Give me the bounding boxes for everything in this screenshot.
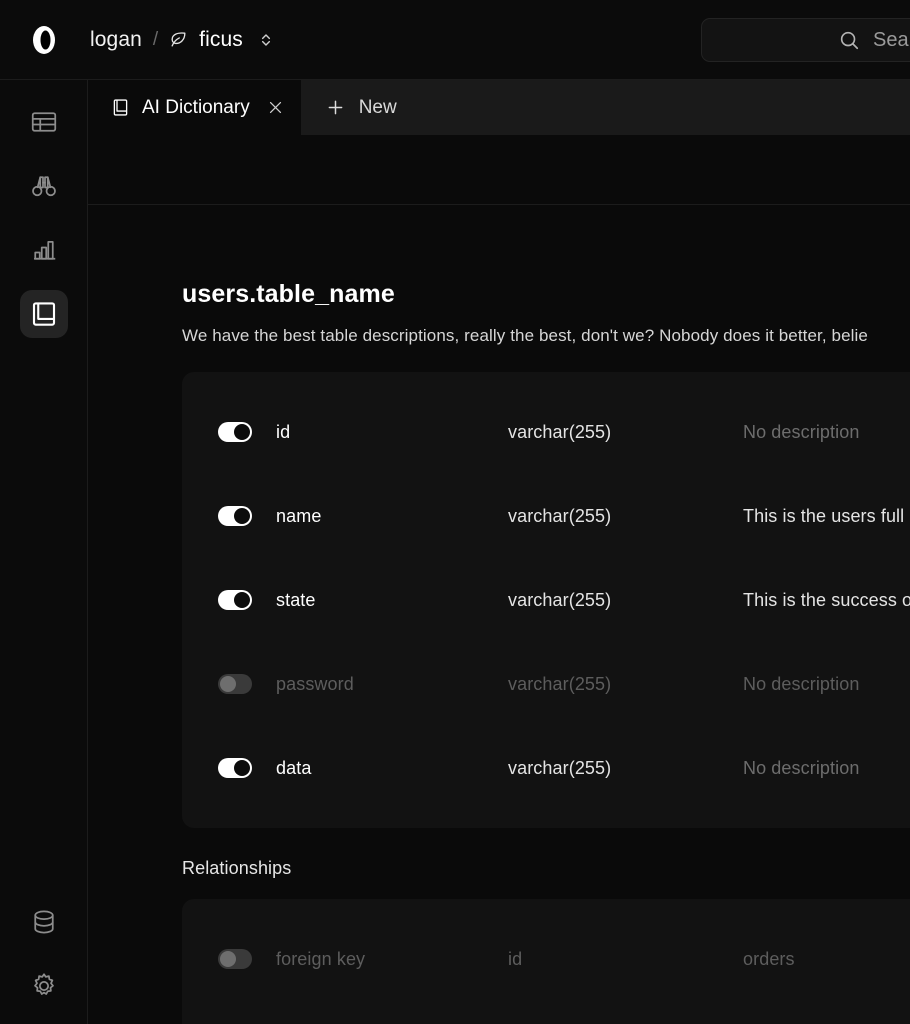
column-type: varchar(255) — [508, 505, 612, 526]
column-name: data — [276, 757, 312, 778]
table-row: name varchar(255) This is the users full n — [182, 474, 910, 558]
binoculars-icon — [31, 176, 56, 197]
breadcrumb-project[interactable]: ficus — [199, 28, 243, 52]
app-window: logan / ficus Sea AI Dictionary New user… — [0, 0, 910, 1024]
gear-icon — [33, 973, 54, 995]
breadcrumb: logan / ficus — [90, 26, 276, 54]
column-name: state — [276, 589, 316, 610]
toggle-knob — [234, 592, 250, 608]
toggle-knob — [234, 760, 250, 776]
toggle-knob — [234, 424, 250, 440]
sidebar-item-charts[interactable] — [20, 226, 68, 274]
search-icon — [838, 29, 860, 51]
table-row: password varchar(255) No description — [182, 642, 910, 726]
columns-card: id varchar(255) No description name varchar(… — [182, 372, 910, 828]
column-toggle[interactable] — [218, 674, 252, 694]
app-logo[interactable] — [0, 0, 88, 80]
book-icon — [32, 302, 55, 326]
column-name: id — [276, 421, 291, 442]
table-row: data varchar(255) No description — [182, 726, 910, 810]
tab-label: AI Dictionary — [142, 96, 250, 118]
relationships-card: foreign key id orders virtual foreign keyem… — [182, 899, 910, 1024]
sidebar-item-dictionary[interactable] — [19, 290, 68, 338]
bar-chart-icon — [33, 241, 55, 260]
relationship-name: foreign key — [276, 948, 366, 969]
column-type: varchar(255) — [508, 673, 612, 694]
table-row: state varchar(255) This is the success o — [182, 558, 910, 642]
column-description: No description — [743, 421, 860, 442]
column-toggle[interactable] — [218, 590, 252, 610]
database-icon — [33, 910, 54, 934]
top-header: logan / ficus Sea — [0, 0, 910, 80]
table-row: id varchar(255) No description — [182, 390, 910, 474]
page-title-bar: Data — [88, 135, 910, 205]
column-description: No description — [743, 673, 860, 694]
toggle-knob — [234, 508, 250, 524]
leaf-icon — [169, 30, 188, 49]
plus-icon — [328, 100, 343, 115]
column-toggle[interactable] — [218, 506, 252, 526]
main-panel: AI Dictionary New Data — [88, 80, 910, 1024]
rail-top-group — [19, 98, 68, 338]
table-name-heading: users.table_name — [182, 280, 395, 308]
body: AI Dictionary New Data — [0, 80, 910, 1024]
breadcrumb-org[interactable]: logan — [90, 28, 142, 52]
column-name: password — [276, 673, 354, 694]
search-input[interactable]: Sea — [701, 18, 910, 62]
new-tab-button[interactable]: New — [300, 80, 419, 135]
column-description: No description — [743, 757, 860, 778]
column-description: This is the success o — [743, 589, 910, 610]
sidebar-item-settings[interactable] — [20, 962, 68, 1010]
sidebar-item-tables[interactable] — [20, 98, 68, 146]
toggle-knob — [220, 676, 236, 692]
search-placeholder: Sea — [873, 28, 909, 51]
rail-bottom-group — [20, 898, 68, 1010]
tab-ai-dictionary[interactable]: AI Dictionary — [88, 80, 301, 135]
column-name: name — [276, 505, 322, 526]
content-area: users.table_name We have the best table … — [88, 205, 910, 1024]
column-toggle[interactable] — [218, 758, 252, 778]
tab-close-button[interactable] — [267, 99, 284, 116]
relationship-toggle[interactable] — [218, 949, 252, 969]
breadcrumb-separator: / — [152, 28, 159, 50]
relationships-heading: Relationships — [182, 858, 292, 878]
table-row: virtual foreign keyemailworkspace_profil… — [182, 1001, 910, 1024]
book-icon — [113, 99, 128, 116]
table-row: foreign key id orders — [182, 917, 910, 1001]
relationship-description: orders — [743, 948, 795, 969]
close-icon — [269, 101, 281, 114]
relationship-type: id — [508, 948, 523, 969]
sidebar-item-database[interactable] — [20, 898, 68, 946]
table-icon — [31, 112, 56, 132]
column-toggle[interactable] — [218, 422, 252, 442]
opal-ring-logo-icon — [33, 25, 55, 54]
tab-bar: AI Dictionary New — [88, 80, 910, 135]
table-description: We have the best table descriptions, rea… — [182, 326, 868, 345]
left-nav-rail — [0, 80, 88, 1024]
new-tab-label: New — [358, 96, 397, 118]
toggle-knob — [220, 951, 236, 967]
column-type: varchar(255) — [508, 589, 612, 610]
column-type: varchar(255) — [508, 421, 612, 442]
column-type: varchar(255) — [508, 757, 612, 778]
sidebar-item-explore[interactable] — [20, 162, 68, 210]
project-switcher-button[interactable] — [256, 26, 276, 54]
chevron-up-down-icon — [261, 33, 270, 46]
column-description: This is the users full n — [743, 505, 910, 526]
